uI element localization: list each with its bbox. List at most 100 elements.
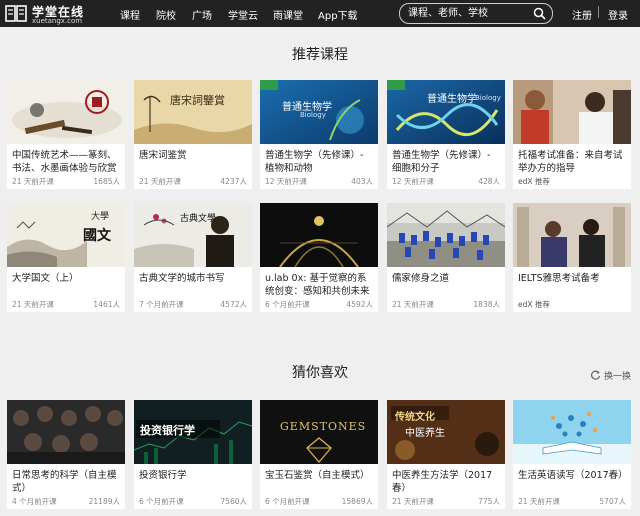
course-thumbnail: 古典文學 xyxy=(134,203,252,267)
course-start-time: 12 天前开课 xyxy=(392,177,434,186)
course-thumbnail xyxy=(513,80,631,144)
course-title: 大学国文（上） xyxy=(12,273,79,284)
thumb-subtitle-text: Biology xyxy=(475,94,501,102)
course-thumbnail xyxy=(7,400,125,464)
course-start-time: 21 天前开课 xyxy=(12,300,54,309)
login-link[interactable]: 登录 xyxy=(608,7,628,22)
course-title: 投资银行学 xyxy=(139,470,187,481)
course-start-time: 12 天前开课 xyxy=(265,177,307,186)
course-start-time: 21 天前开课 xyxy=(518,497,560,506)
course-card[interactable]: u.lab 0x: 基于觉察的系统创变：感知和共创未来 6 个月前开课 4592… xyxy=(260,203,378,312)
course-title: 中医养生方法学（2017春） xyxy=(392,470,493,494)
course-start-time: 6 个月前开课 xyxy=(265,497,310,506)
nav-square[interactable]: 广场 xyxy=(192,7,212,22)
course-start-time: 6 个月前开课 xyxy=(139,497,184,506)
course-card[interactable]: 托福考试准备：来自考试举办方的指导 edX 推荐 xyxy=(513,80,631,189)
course-thumbnail xyxy=(387,203,505,267)
thumb-title-text-2: 中医养生 xyxy=(405,428,445,439)
course-title: 中国传统艺术——篆刻、书法、水墨画体验与欣赏 xyxy=(12,150,117,174)
course-thumbnail: 普通生物学 Biology xyxy=(260,80,378,144)
search-input[interactable] xyxy=(408,6,528,20)
course-thumbnail xyxy=(513,400,631,464)
thumb-title-text: 普通生物学 xyxy=(427,94,477,105)
course-thumbnail: GEMSTONES xyxy=(260,400,378,464)
nav-schools[interactable]: 院校 xyxy=(156,7,176,22)
course-enrollment: 4237人 xyxy=(220,177,247,186)
course-card[interactable]: 儒家修身之道 21 天前开课 1838人 xyxy=(387,203,505,312)
thumb-title-text: GEMSTONES xyxy=(280,420,367,433)
course-thumbnail: 传统文化 中医养生 xyxy=(387,400,505,464)
course-card[interactable]: 大學 國文 大学国文（上） 21 天前开课 1461人 xyxy=(7,203,125,312)
course-card[interactable]: 投资银行学 投资银行学 6 个月前开课 7560人 xyxy=(134,400,252,509)
course-card[interactable]: 普通生物学 Biology 普通生物学（先修课）- 植物和动物 12 天前开课 … xyxy=(260,80,378,189)
refresh-label: 换一换 xyxy=(604,372,632,382)
nav-rain-classroom[interactable]: 雨课堂 xyxy=(273,7,303,22)
thumb-title-text-2: 國文 xyxy=(83,228,111,244)
site-logo[interactable]: 学堂在线 xuetangx.com xyxy=(5,3,85,25)
course-card[interactable]: 普通生物学 Biology 普通生物学（先修课）- 细胞和分子 12 天前开课 … xyxy=(387,80,505,189)
search-box xyxy=(399,3,553,24)
thumb-subtitle-text: Biology xyxy=(300,111,326,119)
course-start-time: 7 个月前开课 xyxy=(139,300,184,309)
course-card[interactable]: 古典文學 古典文学的城市书写 7 个月前开课 4572人 xyxy=(134,203,252,312)
course-title: 日常思考的科学（自主模式） xyxy=(12,470,117,494)
course-enrollment: 1838人 xyxy=(473,300,500,309)
logo-book-icon xyxy=(5,5,27,22)
logo-subtitle: xuetangx.com xyxy=(32,17,83,25)
nav-xuetang-cloud[interactable]: 学堂云 xyxy=(228,7,258,22)
course-thumbnail: 大學 國文 xyxy=(7,203,125,267)
course-thumbnail xyxy=(7,80,125,144)
course-enrollment: 5707人 xyxy=(599,497,626,506)
thumb-title-text: 大學 xyxy=(91,212,110,222)
course-start-time: 21 天前开课 xyxy=(139,177,181,186)
course-title: 托福考试准备：来自考试举办方的指导 xyxy=(518,150,623,174)
course-card[interactable]: 生活英语读写（2017春） 21 天前开课 5707人 xyxy=(513,400,631,509)
course-start-time: 6 个月前开课 xyxy=(265,300,310,309)
course-thumbnail: 普通生物学 Biology xyxy=(387,80,505,144)
course-card[interactable]: GEMSTONES 宝玉石鉴赏（自主模式） 6 个月前开课 15869人 xyxy=(260,400,378,509)
nav-divider xyxy=(598,6,599,18)
course-title: u.lab 0x: 基于觉察的系统创变：感知和共创未来 xyxy=(265,273,370,297)
course-enrollment: 4592人 xyxy=(346,300,373,309)
recommended-section-title: 推荐课程 xyxy=(292,47,348,63)
course-title: 普通生物学（先修课）- 细胞和分子 xyxy=(392,150,491,174)
course-thumbnail xyxy=(513,203,631,267)
course-enrollment: 15869人 xyxy=(341,497,373,506)
course-enrollment: 7560人 xyxy=(220,497,247,506)
thumb-title-text: 古典文學 xyxy=(180,214,217,224)
course-start-time: 21 天前开课 xyxy=(12,177,54,186)
course-enrollment: 21189人 xyxy=(88,497,120,506)
nav-courses[interactable]: 课程 xyxy=(120,7,140,22)
thumb-title-text: 传统文化 xyxy=(395,412,435,423)
course-title: 古典文学的城市书写 xyxy=(139,273,225,284)
course-title: 宝玉石鉴赏（自主模式） xyxy=(265,470,370,481)
course-card[interactable]: 传统文化 中医养生 中医养生方法学（2017春） 21 天前开课 775人 xyxy=(387,400,505,509)
guess-section-title: 猜你喜欢 xyxy=(292,365,348,381)
course-thumbnail: 投资银行学 xyxy=(134,400,252,464)
nav-app-download[interactable]: App下载 xyxy=(318,7,358,22)
course-title: IELTS雅思考试备考 xyxy=(518,273,600,284)
search-icon[interactable] xyxy=(533,7,546,20)
course-card[interactable]: IELTS雅思考试备考 edX 推荐 xyxy=(513,203,631,312)
register-link[interactable]: 注册 xyxy=(572,7,592,22)
course-enrollment: 403人 xyxy=(351,177,373,186)
thumb-title-text: 唐宋詞鑒賞 xyxy=(170,94,225,107)
course-enrollment: 775人 xyxy=(478,497,500,506)
course-source: edX 推荐 xyxy=(518,177,550,186)
course-card[interactable]: 唐宋詞鑒賞 唐宋词鉴赏 21 天前开课 4237人 xyxy=(134,80,252,189)
course-enrollment: 1685人 xyxy=(93,177,120,186)
course-enrollment: 428人 xyxy=(478,177,500,186)
course-source: edX 推荐 xyxy=(518,300,550,309)
course-start-time: 21 天前开课 xyxy=(392,300,434,309)
course-title: 唐宋词鉴赏 xyxy=(139,150,187,161)
course-card[interactable]: 中国传统艺术——篆刻、书法、水墨画体验与欣赏 21 天前开课 1685人 xyxy=(7,80,125,189)
top-navigation-bar: 学堂在线 xuetangx.com 课程 院校 广场 学堂云 雨课堂 App下载… xyxy=(0,0,640,27)
course-title: 生活英语读写（2017春） xyxy=(518,470,628,481)
course-start-time: 4 个月前开课 xyxy=(12,497,57,506)
course-enrollment: 1461人 xyxy=(93,300,120,309)
course-thumbnail xyxy=(260,203,378,267)
course-card[interactable]: 日常思考的科学（自主模式） 4 个月前开课 21189人 xyxy=(7,400,125,509)
course-start-time: 21 天前开课 xyxy=(392,497,434,506)
course-title: 普通生物学（先修课）- 植物和动物 xyxy=(265,150,364,174)
refresh-icon xyxy=(591,370,601,380)
